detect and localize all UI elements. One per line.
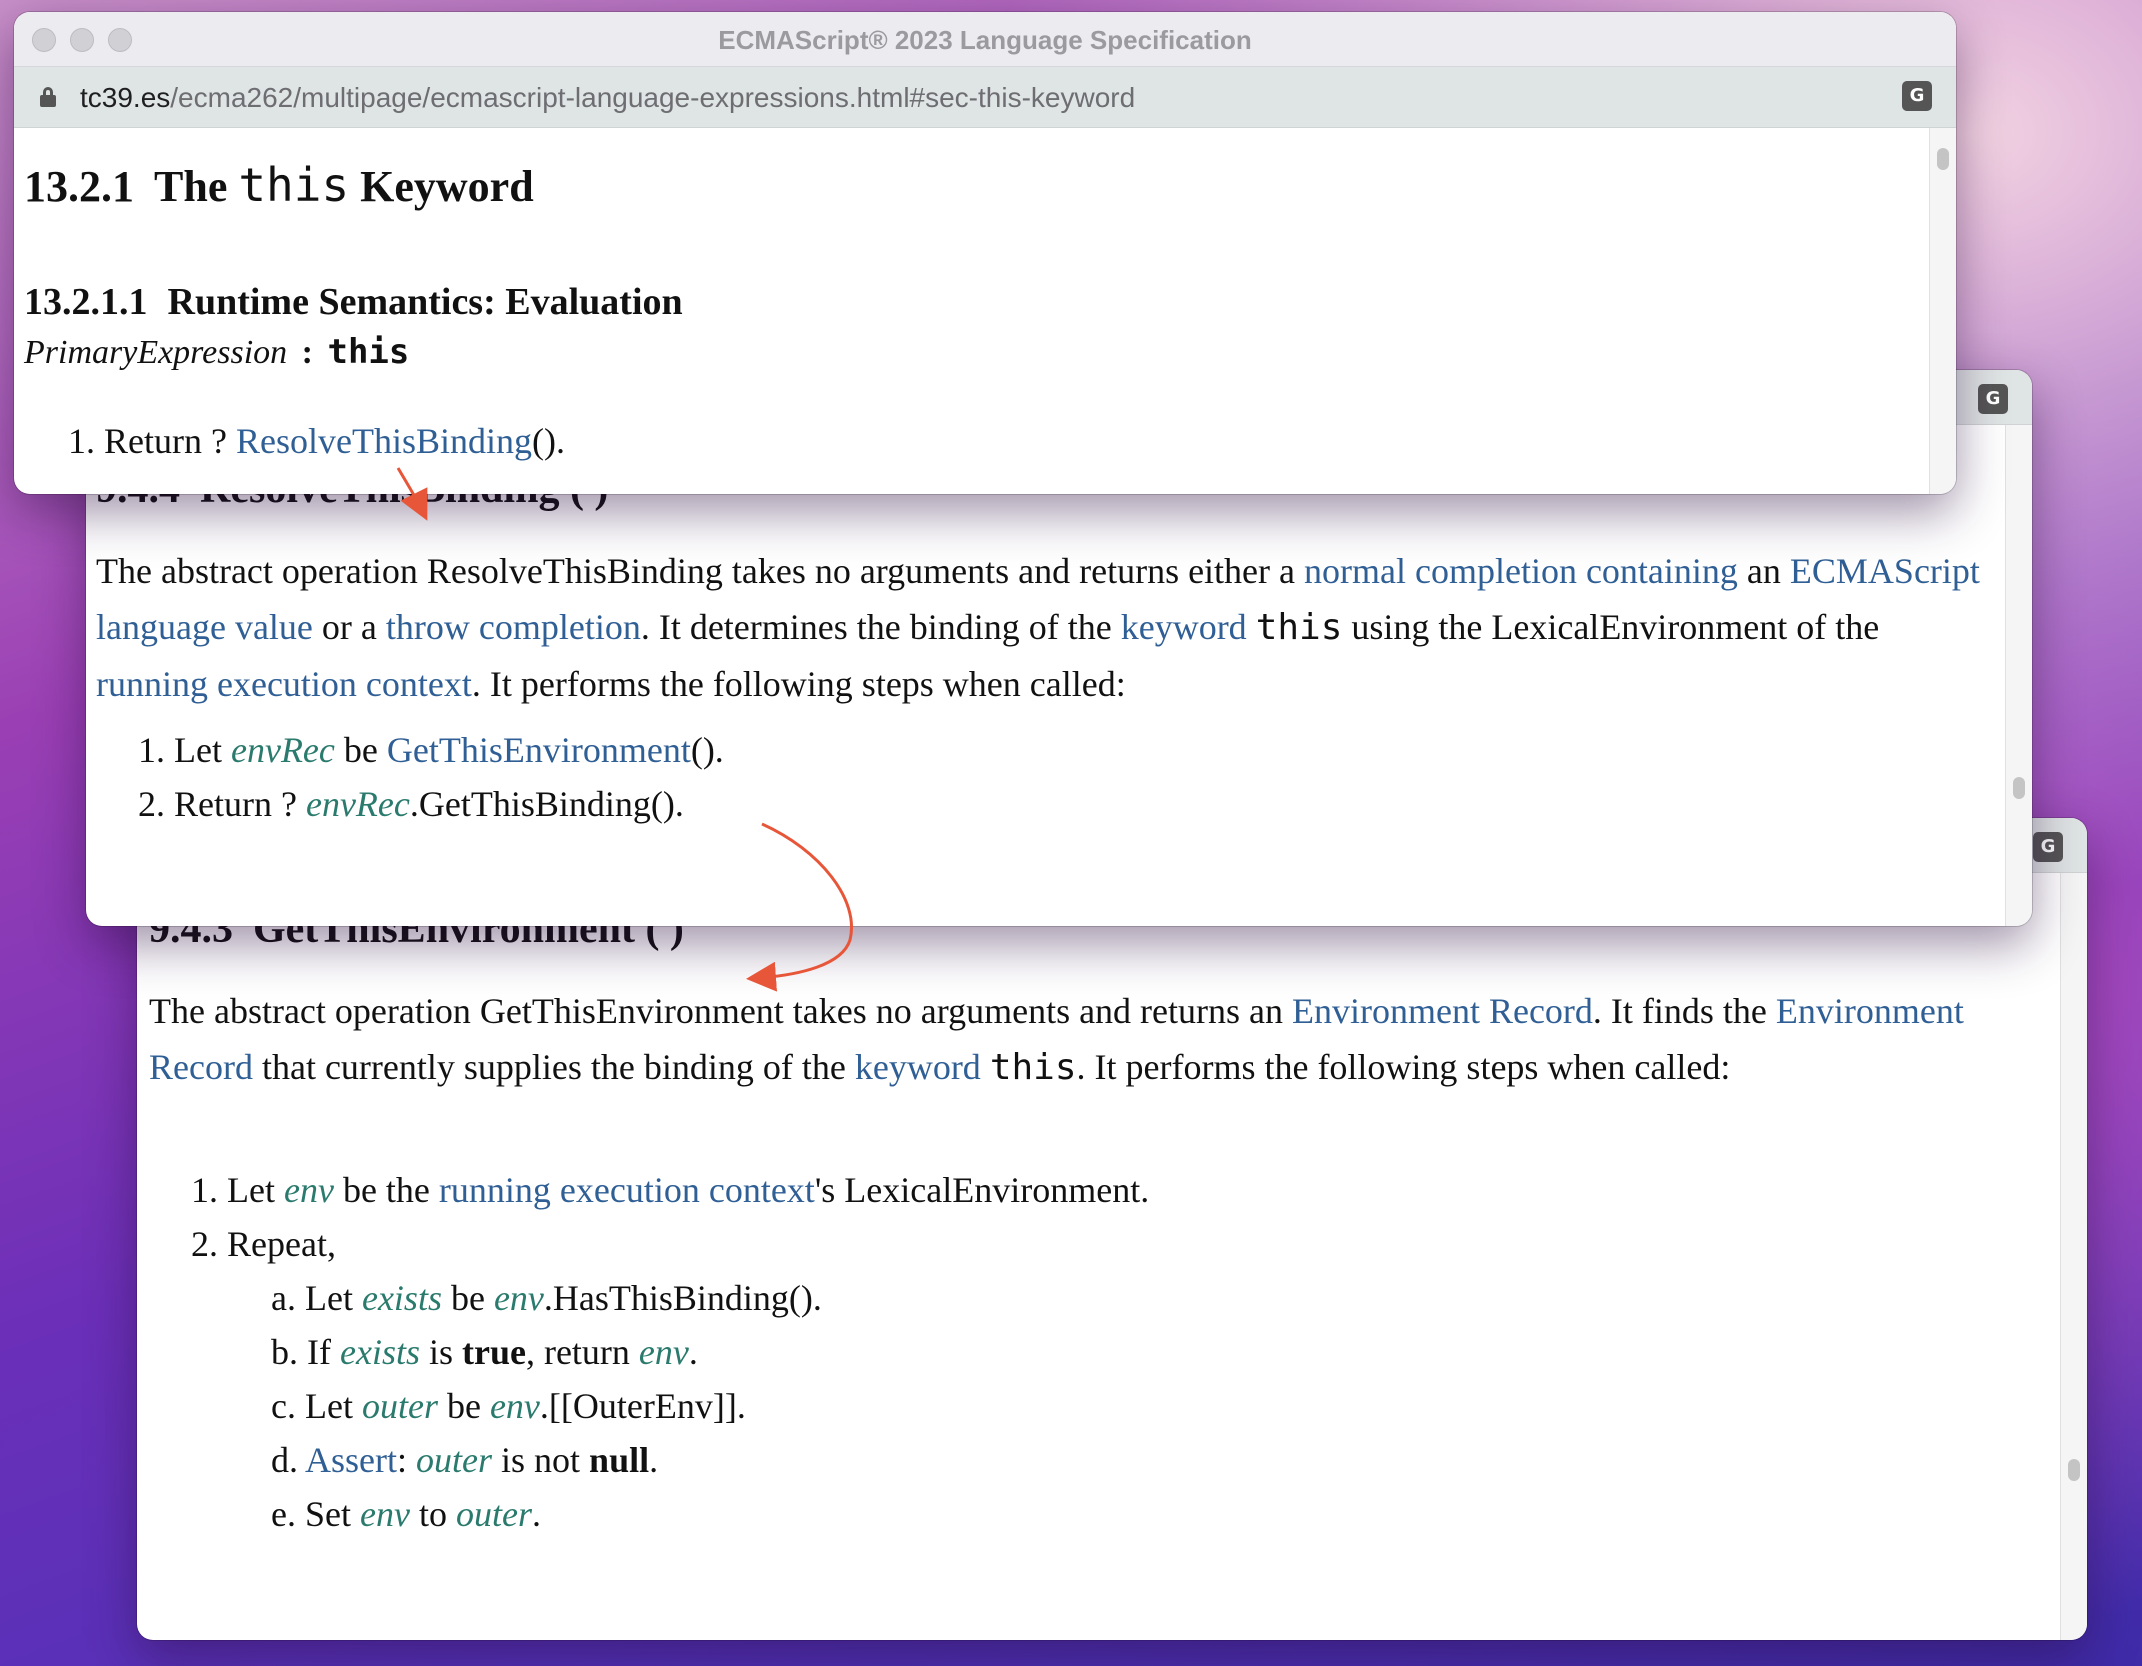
window-title: ECMAScript® 2023 Language Specification (718, 25, 1252, 55)
url-text[interactable]: tc39.es/ecma262/multipage/ecmascript-lan… (80, 82, 1135, 114)
window-get-this-environment: G 9.4.3 GetThisEnvironment ( ) The abstra… (137, 818, 2087, 1640)
link-throw-completion[interactable]: throw completion (386, 607, 641, 647)
page-title: 13.2.1 The this Keyword (24, 158, 534, 212)
algorithm-steps: 1. Let envRec be GetThisEnvironment(). 2… (138, 723, 724, 831)
step-1: 1. Return ? ResolveThisBinding(). (68, 421, 565, 461)
link-get-this-environment[interactable]: GetThisEnvironment (387, 730, 691, 770)
step-2e: e. Set env to outer. (271, 1494, 541, 1534)
translate-icon[interactable]: G (2033, 832, 2063, 862)
scrollbar-thumb[interactable] (2068, 1459, 2080, 1481)
scrollbar[interactable] (2060, 873, 2087, 1640)
step-2a: a. Let exists be env.HasThisBinding(). (271, 1278, 822, 1318)
step-2c: c. Let outer be env.[[OuterEnv]]. (271, 1386, 746, 1426)
step-2d: d. Assert: outer is not null. (271, 1440, 659, 1480)
grammar-production: PrimaryExpression : this (24, 332, 410, 372)
section-description: The abstract operation ResolveThisBindin… (96, 551, 1980, 704)
lock-icon (40, 87, 56, 107)
section-description: The abstract operation GetThisEnvironmen… (149, 991, 1964, 1088)
title-bar[interactable]: ECMAScript® 2023 Language Specification (14, 12, 1956, 67)
algorithm-steps: 1. Let env be the running execution cont… (191, 1163, 1149, 1541)
link-running-execution-context[interactable]: running execution context (439, 1170, 815, 1210)
link-running-execution-context[interactable]: running execution context (96, 664, 472, 704)
scrollbar[interactable] (1929, 128, 1956, 494)
step-1: 1. Let envRec be GetThisEnvironment(). (138, 730, 724, 770)
translate-icon[interactable]: G (1978, 384, 2008, 414)
scrollbar[interactable] (2005, 425, 2032, 926)
step-2: 2. Repeat, (191, 1224, 336, 1264)
link-environment-record[interactable]: Environment Record (1292, 991, 1593, 1031)
link-resolve-this-binding[interactable]: ResolveThisBinding (236, 421, 532, 461)
window-this-keyword: ECMAScript® 2023 Language Specification … (14, 12, 1956, 494)
url-bar[interactable]: tc39.es/ecma262/multipage/ecmascript-lan… (14, 67, 1956, 128)
link-keyword[interactable]: keyword (855, 1047, 981, 1087)
scrollbar-thumb[interactable] (2013, 777, 2025, 799)
subsection-heading: 13.2.1.1 Runtime Semantics: Evaluation (24, 281, 683, 323)
link-keyword[interactable]: keyword (1121, 607, 1247, 647)
step-2b: b. If exists is true, return env. (271, 1332, 698, 1372)
step-1: 1. Let env be the running execution cont… (191, 1170, 1150, 1210)
translate-icon[interactable]: G (1902, 81, 1932, 111)
step-2: 2. Return ? envRec.GetThisBinding(). (138, 784, 684, 824)
scrollbar-thumb[interactable] (1937, 148, 1949, 170)
link-assert[interactable]: Assert (305, 1440, 397, 1480)
link-normal-completion[interactable]: normal completion containing (1304, 551, 1738, 591)
